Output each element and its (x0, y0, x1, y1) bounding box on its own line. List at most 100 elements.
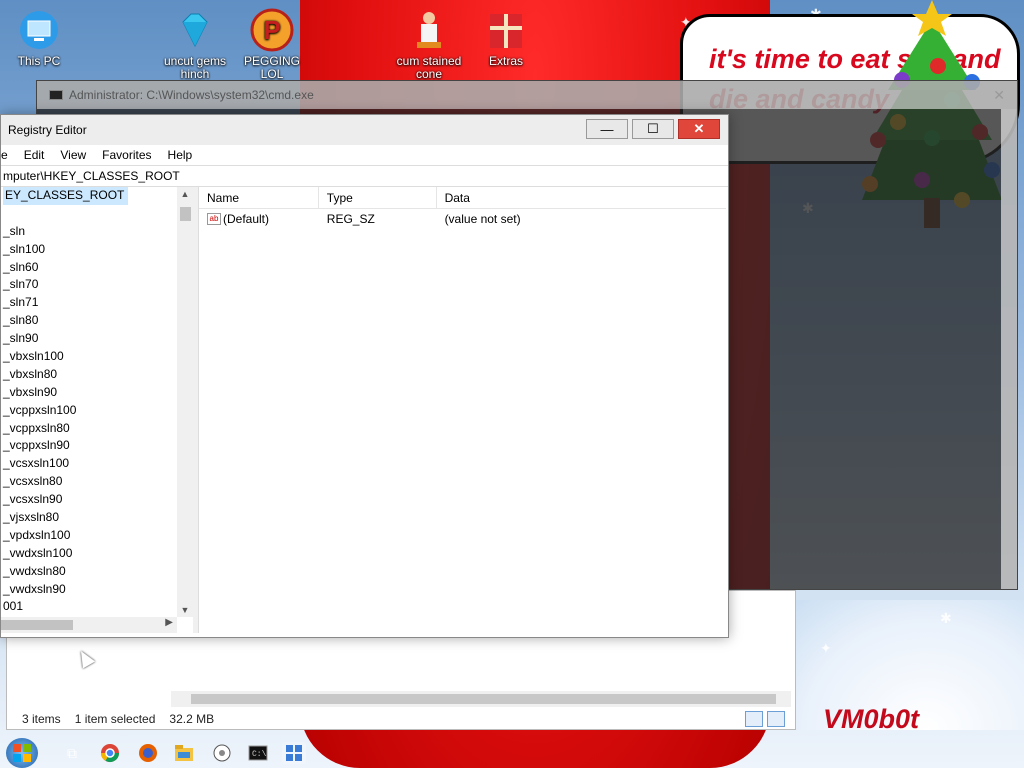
tree-item-label: _vwdxsln90 (3, 581, 66, 596)
tree-item[interactable]: _sln80 (1, 312, 177, 330)
value-data: (value not set) (444, 212, 521, 226)
tree-item[interactable]: _sln90 (1, 330, 177, 348)
console-scrollbar[interactable] (1001, 109, 1017, 589)
tree-item[interactable]: _vjsxsln80 (1, 509, 177, 527)
tree-item-label: _sln70 (3, 277, 39, 292)
windows-logo-icon (13, 744, 31, 762)
tree-item[interactable]: _vcppxsln90 (1, 437, 177, 455)
tree-item-label: _vcsxsln100 (3, 456, 70, 471)
tree-item-label: _vwdxsln80 (3, 563, 66, 578)
tree-item[interactable]: _sln100 (1, 241, 177, 259)
string-value-icon: ab (207, 213, 221, 225)
tree-item[interactable]: _vpdxsln100 (1, 527, 177, 545)
close-icon: ✕ (693, 121, 705, 136)
desktop-icon-label: uncut gems hinch (163, 54, 227, 81)
tree-item[interactable]: _vwdxsln80 (1, 563, 177, 581)
desktop-icon-label: cum stained cone (396, 54, 462, 81)
scroll-up-icon[interactable]: ▲ (177, 189, 193, 199)
tree-item[interactable]: _vcsxsln90 (1, 491, 177, 509)
tree-item[interactable]: _vbxsln80 (1, 366, 177, 384)
details-view-icon[interactable] (745, 711, 763, 727)
tree-item-label: _sln90 (3, 331, 39, 346)
taskbar-chrome[interactable] (98, 742, 122, 764)
menu-help[interactable]: Help (160, 148, 201, 162)
task-view-button[interactable]: ⧉ (60, 742, 84, 764)
tree-item[interactable]: _vcsxsln100 (1, 455, 177, 473)
tree-item[interactable]: 001 (1, 598, 177, 616)
close-icon[interactable]: ✕ (993, 87, 1005, 104)
taskbar-media[interactable] (210, 742, 234, 764)
registry-editor-window[interactable]: Registry Editor — ☐ ✕ e Edit View Favori… (0, 114, 729, 638)
file-explorer-icon (175, 745, 193, 761)
tree-item-label: _vwdxsln100 (3, 545, 73, 560)
window-title: Registry Editor (8, 123, 87, 137)
large-icons-view-icon[interactable] (767, 711, 785, 727)
column-header-type[interactable]: Type (319, 187, 437, 208)
tree-item[interactable] (1, 205, 177, 223)
scrollbar-thumb[interactable] (180, 207, 191, 221)
desktop-icon-extras[interactable]: Extras (467, 8, 545, 68)
watermark-text: VM0b0t (823, 704, 920, 734)
column-header-data[interactable]: Data (437, 187, 726, 208)
taskbar-firefox[interactable] (136, 742, 160, 764)
tree-horizontal-scrollbar[interactable]: ▶ (1, 617, 177, 633)
scrollbar-thumb[interactable] (1, 620, 73, 630)
desktop-icon-pegging[interactable]: P PEGGING LOL (233, 8, 311, 81)
taskbar-cmd[interactable]: C:\ (246, 742, 270, 764)
column-header-name[interactable]: Name (199, 187, 319, 208)
status-selected: 1 item selected (74, 712, 156, 726)
menu-view[interactable]: View (52, 148, 94, 162)
tree-item[interactable]: _vwdxsln100 (1, 545, 177, 563)
taskbar-regedit[interactable] (282, 742, 306, 764)
diamond-icon (173, 8, 217, 52)
desktop-icon-label: PEGGING LOL (243, 54, 300, 81)
menu-edit[interactable]: Edit (16, 148, 53, 162)
values-pane[interactable]: Name Type Data ab (Default) REG_SZ (valu… (198, 187, 726, 633)
menu-bar: e Edit View Favorites Help (1, 145, 728, 165)
tree-item-root[interactable]: EY_CLASSES_ROOT (1, 187, 177, 205)
tree-item[interactable]: _sln (1, 223, 177, 241)
scroll-right-icon[interactable]: ▶ (165, 617, 173, 628)
tree-item[interactable]: _sln60 (1, 259, 177, 277)
desktop-icon-cone[interactable]: cum stained cone (390, 8, 468, 81)
tree-item-label: _sln60 (3, 259, 39, 274)
tree-item-label: _vcsxsln90 (3, 492, 63, 507)
tree-item[interactable]: _vcppxsln80 (1, 420, 177, 438)
close-button[interactable]: ✕ (678, 119, 720, 139)
tree-vertical-scrollbar[interactable]: ▲ ▼ (177, 187, 193, 617)
tree-item-label: EY_CLASSES_ROOT (3, 187, 129, 205)
tree-item[interactable]: _vbxsln100 (1, 348, 177, 366)
tree-item-label: _vcppxsln100 (3, 402, 77, 417)
regedit-icon (286, 745, 302, 761)
value-row[interactable]: ab (Default) REG_SZ (value not set) (199, 209, 726, 229)
desktop-icon-this-pc[interactable]: This PC (0, 8, 78, 68)
maximize-button[interactable]: ☐ (632, 119, 674, 139)
tree-item[interactable]: _sln70 (1, 276, 177, 294)
horizontal-scrollbar[interactable] (171, 691, 791, 707)
start-button[interactable] (6, 738, 38, 768)
menu-favorites[interactable]: Favorites (94, 148, 159, 162)
tree-item[interactable]: _vcppxsln100 (1, 402, 177, 420)
minimize-button[interactable]: — (586, 119, 628, 139)
tree-item[interactable]: _vwdxsln90 (1, 581, 177, 599)
tree-item-label: _vbxsln100 (3, 349, 64, 364)
scrollbar-thumb[interactable] (191, 694, 776, 704)
tree-item-label: _vcppxsln90 (3, 438, 70, 453)
console-title: Administrator: C:\Windows\system32\cmd.e… (69, 88, 314, 102)
desktop-icon-uncut-gems[interactable]: uncut gems hinch (156, 8, 234, 81)
tree-item[interactable]: _sln71 (1, 294, 177, 312)
menu-file[interactable]: e (1, 148, 16, 162)
console-titlebar[interactable]: Administrator: C:\Windows\system32\cmd.e… (37, 81, 1017, 109)
tree-item[interactable]: _vcsxsln80 (1, 473, 177, 491)
tree-item[interactable]: _vbxsln90 (1, 384, 177, 402)
key-tree[interactable]: EY_CLASSES_ROOT _sln _sln100 _sln60 _sln70 _s… (1, 187, 177, 616)
tree-item-label: _sln80 (3, 313, 39, 328)
minimize-icon: — (600, 121, 614, 137)
key-tree-pane[interactable]: EY_CLASSES_ROOT _sln _sln100 _sln60 _sln70 _s… (1, 187, 193, 633)
scroll-down-icon[interactable]: ▼ (177, 605, 193, 615)
address-bar[interactable]: mputer\HKEY_CLASSES_ROOT (1, 165, 728, 187)
tree-item-label: _vcsxsln80 (3, 474, 63, 489)
taskbar-file-explorer[interactable] (172, 742, 196, 764)
values-header: Name Type Data (199, 187, 726, 209)
tree-item-label: _sln (3, 223, 26, 238)
